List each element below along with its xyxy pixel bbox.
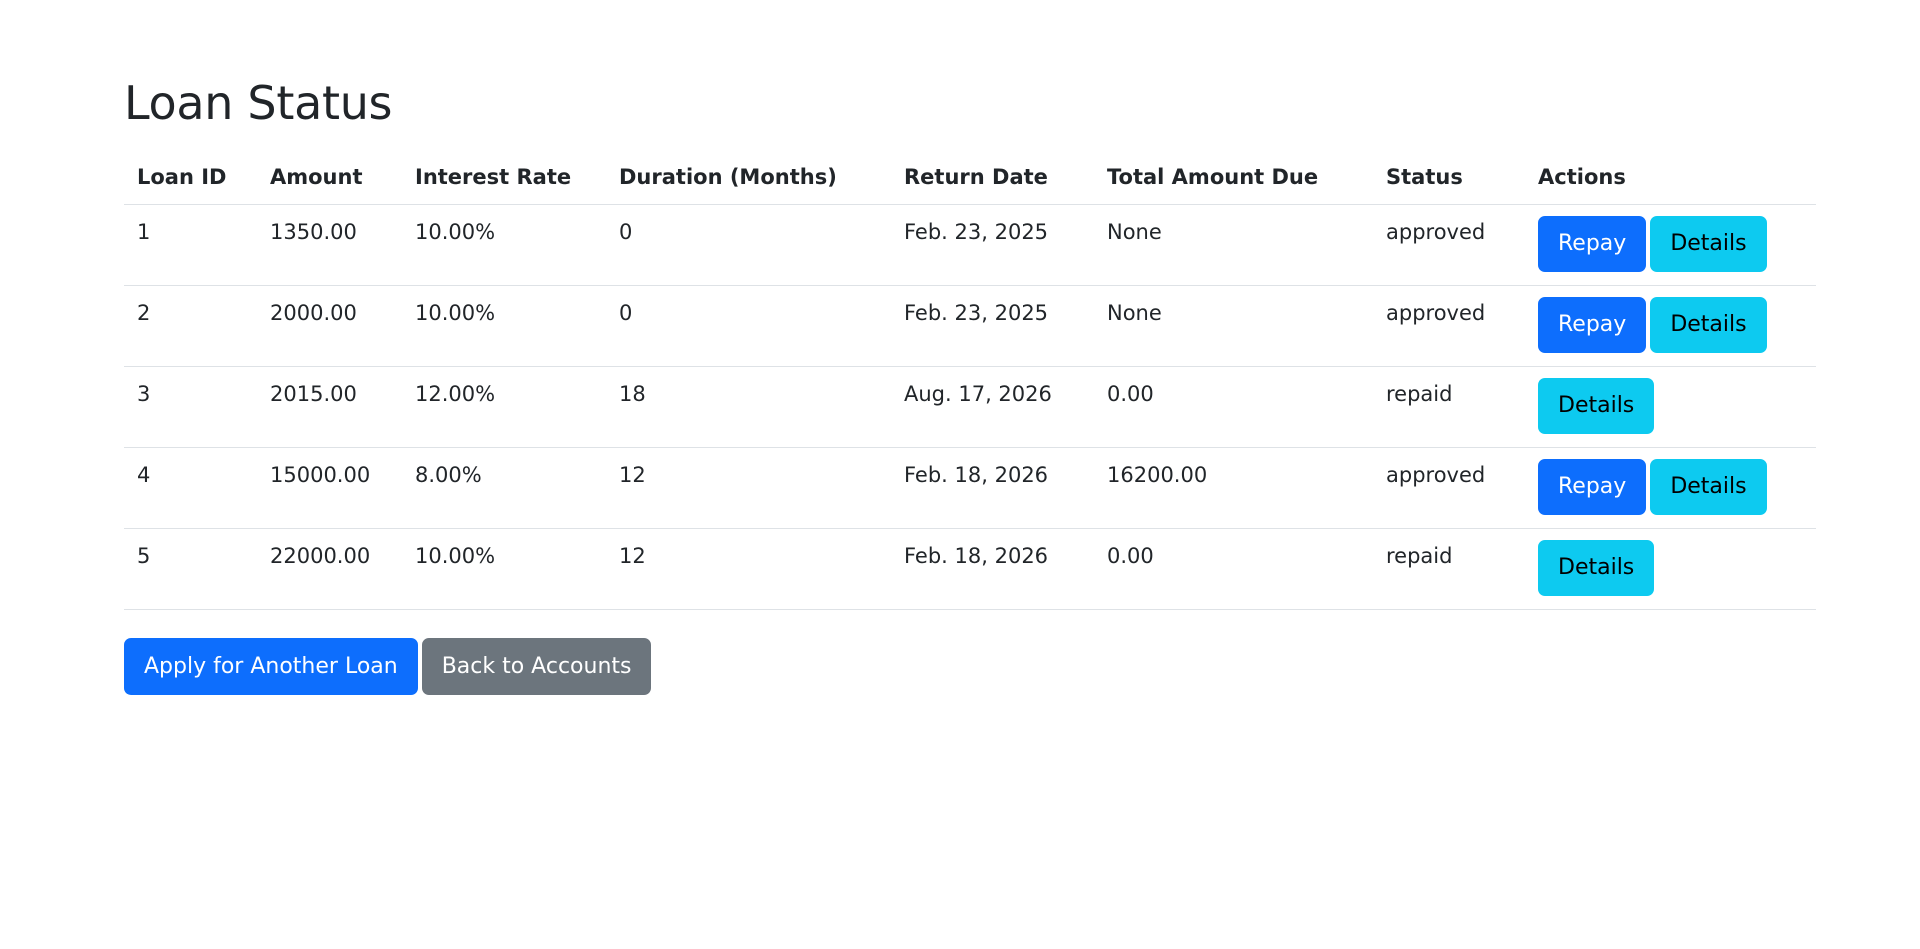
loan-status-table: Loan ID Amount Interest Rate Duration (M… bbox=[124, 150, 1816, 610]
repay-button[interactable]: Repay bbox=[1538, 216, 1647, 272]
cell-duration: 18 bbox=[606, 366, 891, 448]
cell-loan-id: 4 bbox=[124, 447, 257, 529]
details-button[interactable]: Details bbox=[1650, 297, 1767, 353]
cell-actions: Details bbox=[1525, 366, 1816, 448]
details-button[interactable]: Details bbox=[1650, 459, 1767, 515]
header-loan-id: Loan ID bbox=[124, 150, 257, 205]
cell-loan-id: 1 bbox=[124, 204, 257, 286]
header-duration: Duration (Months) bbox=[606, 150, 891, 205]
header-total-amount-due: Total Amount Due bbox=[1094, 150, 1373, 205]
page-title: Loan Status bbox=[124, 76, 393, 130]
cell-duration: 0 bbox=[606, 204, 891, 286]
details-button[interactable]: Details bbox=[1650, 216, 1767, 272]
cell-actions: Repay Details bbox=[1525, 447, 1816, 529]
cell-amount: 22000.00 bbox=[257, 528, 402, 610]
cell-return-date: Aug. 17, 2026 bbox=[891, 366, 1094, 448]
cell-total-amount-due: 0.00 bbox=[1094, 366, 1373, 448]
table-row: 5 22000.00 10.00% 12 Feb. 18, 2026 0.00 … bbox=[124, 528, 1816, 610]
cell-interest-rate: 10.00% bbox=[402, 204, 606, 286]
table-row: 3 2015.00 12.00% 18 Aug. 17, 2026 0.00 r… bbox=[124, 366, 1816, 448]
cell-actions: Repay Details bbox=[1525, 204, 1816, 286]
cell-total-amount-due: None bbox=[1094, 285, 1373, 367]
cell-amount: 2015.00 bbox=[257, 366, 402, 448]
repay-button[interactable]: Repay bbox=[1538, 297, 1647, 353]
cell-return-date: Feb. 23, 2025 bbox=[891, 285, 1094, 367]
cell-total-amount-due: 16200.00 bbox=[1094, 447, 1373, 529]
cell-actions: Repay Details bbox=[1525, 285, 1816, 367]
header-actions: Actions bbox=[1525, 150, 1816, 205]
cell-return-date: Feb. 23, 2025 bbox=[891, 204, 1094, 286]
cell-total-amount-due: 0.00 bbox=[1094, 528, 1373, 610]
table-header-row: Loan ID Amount Interest Rate Duration (M… bbox=[124, 150, 1816, 205]
cell-interest-rate: 12.00% bbox=[402, 366, 606, 448]
table-row: 2 2000.00 10.00% 0 Feb. 23, 2025 None ap… bbox=[124, 285, 1816, 367]
footer-buttons: Apply for Another Loan Back to Accounts bbox=[124, 638, 652, 695]
cell-loan-id: 5 bbox=[124, 528, 257, 610]
cell-total-amount-due: None bbox=[1094, 204, 1373, 286]
cell-amount: 2000.00 bbox=[257, 285, 402, 367]
cell-return-date: Feb. 18, 2026 bbox=[891, 528, 1094, 610]
table-row: 1 1350.00 10.00% 0 Feb. 23, 2025 None ap… bbox=[124, 204, 1816, 286]
cell-duration: 12 bbox=[606, 447, 891, 529]
cell-duration: 0 bbox=[606, 285, 891, 367]
cell-amount: 15000.00 bbox=[257, 447, 402, 529]
cell-loan-id: 3 bbox=[124, 366, 257, 448]
header-interest-rate: Interest Rate bbox=[402, 150, 606, 205]
details-button[interactable]: Details bbox=[1538, 378, 1655, 434]
apply-for-another-loan-button[interactable]: Apply for Another Loan bbox=[124, 638, 418, 695]
header-status: Status bbox=[1373, 150, 1525, 205]
details-button[interactable]: Details bbox=[1538, 540, 1655, 596]
cell-return-date: Feb. 18, 2026 bbox=[891, 447, 1094, 529]
header-return-date: Return Date bbox=[891, 150, 1094, 205]
cell-amount: 1350.00 bbox=[257, 204, 402, 286]
repay-button[interactable]: Repay bbox=[1538, 459, 1647, 515]
table-row: 4 15000.00 8.00% 12 Feb. 18, 2026 16200.… bbox=[124, 447, 1816, 529]
cell-status: approved bbox=[1373, 447, 1525, 529]
header-amount: Amount bbox=[257, 150, 402, 205]
cell-status: approved bbox=[1373, 204, 1525, 286]
cell-interest-rate: 10.00% bbox=[402, 285, 606, 367]
cell-actions: Details bbox=[1525, 528, 1816, 610]
cell-status: repaid bbox=[1373, 366, 1525, 448]
cell-interest-rate: 8.00% bbox=[402, 447, 606, 529]
cell-loan-id: 2 bbox=[124, 285, 257, 367]
cell-status: repaid bbox=[1373, 528, 1525, 610]
cell-status: approved bbox=[1373, 285, 1525, 367]
back-to-accounts-button[interactable]: Back to Accounts bbox=[421, 638, 652, 695]
cell-duration: 12 bbox=[606, 528, 891, 610]
cell-interest-rate: 10.00% bbox=[402, 528, 606, 610]
